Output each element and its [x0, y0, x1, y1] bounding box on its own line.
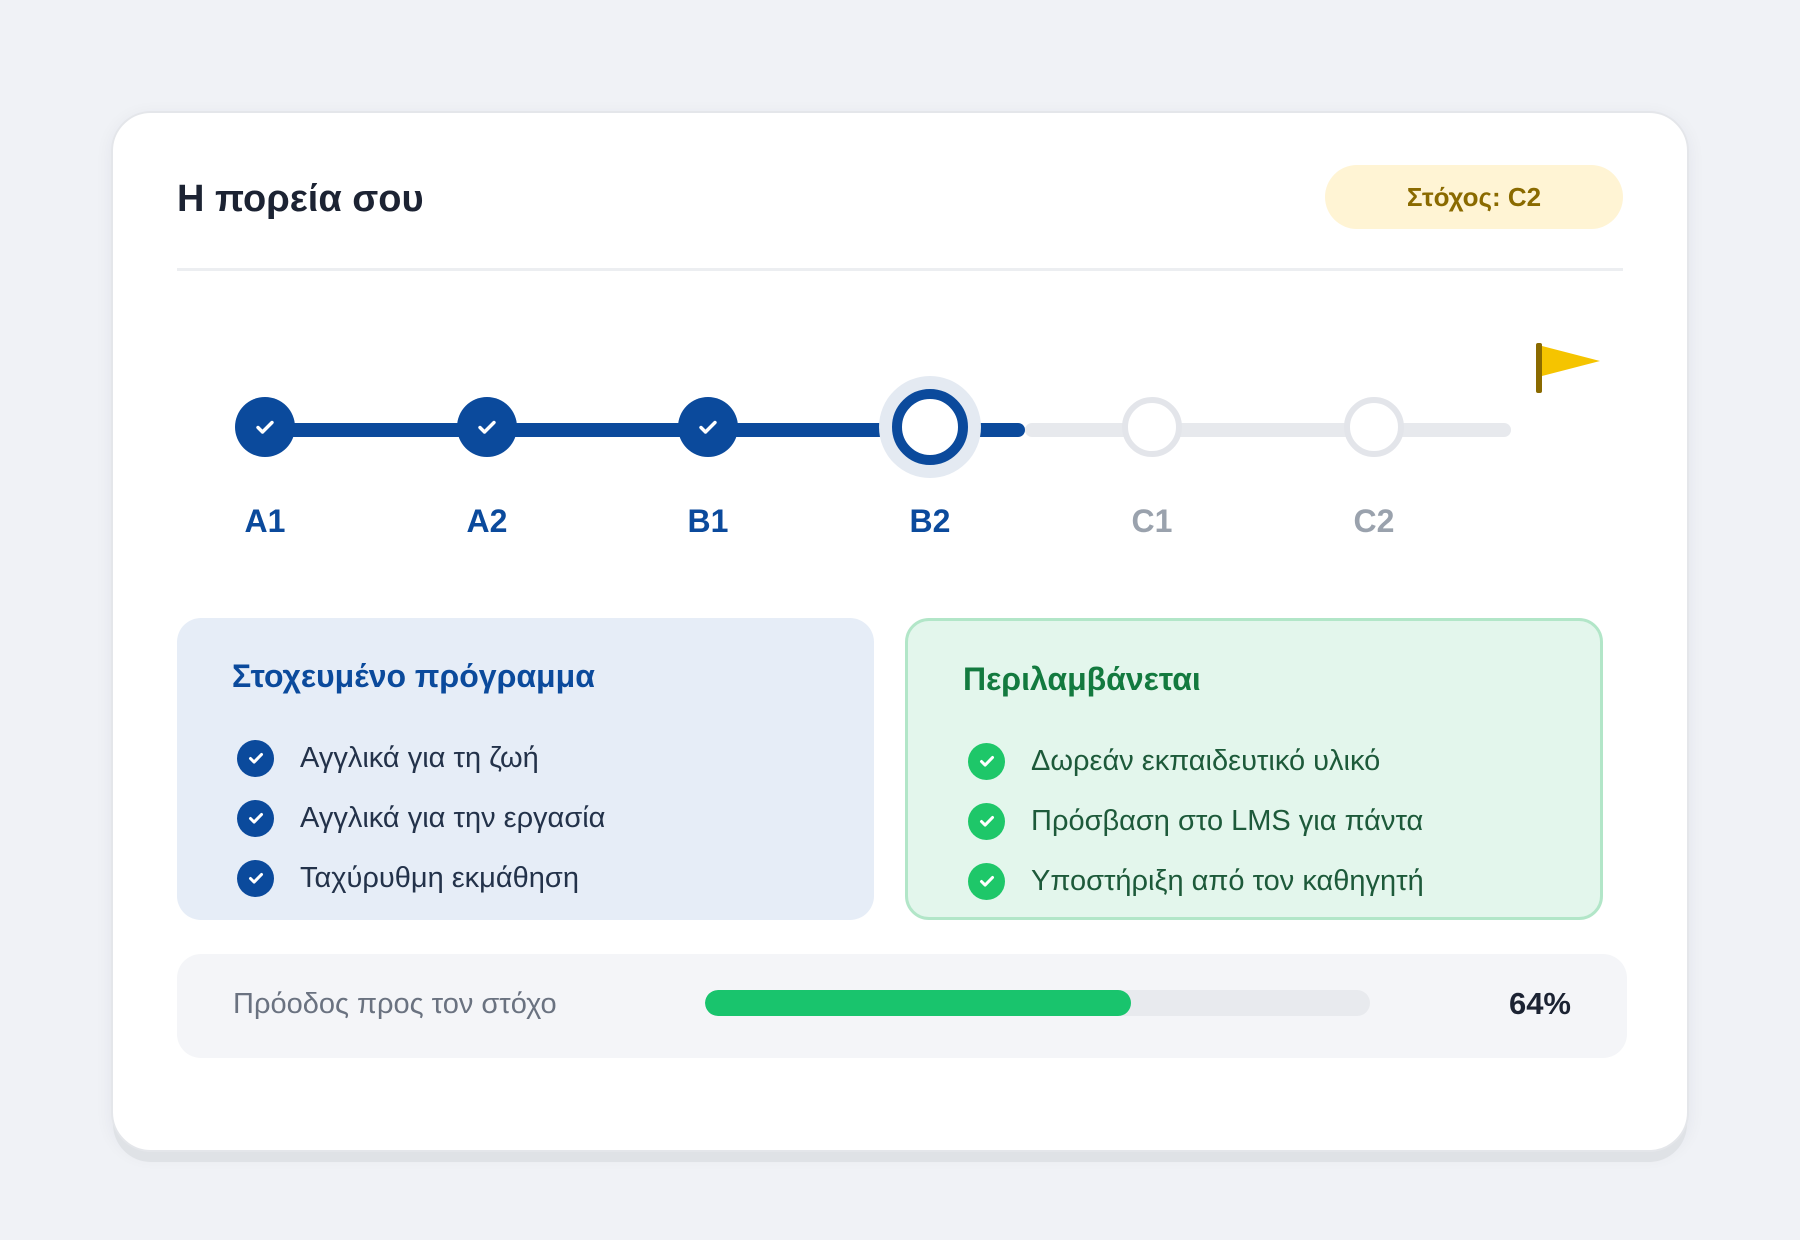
progress-bar — [705, 990, 1370, 1016]
check-circle-icon — [237, 739, 274, 777]
list-item-label: Ταχύρυθμη εκμάθηση — [300, 861, 579, 894]
check-circle-icon — [968, 802, 1005, 840]
list-item-label: Δωρεάν εκπαιδευτικό υλικό — [1031, 744, 1381, 777]
step-a2-node — [457, 397, 517, 457]
level-stepper: A1 A2 B1 B2 C1 C2 — [113, 113, 1687, 573]
list-item: Αγγλικά για τη ζωή — [237, 728, 605, 788]
list-item-label: Αγγλικά για την εργασία — [300, 801, 606, 834]
list-item: Δωρεάν εκπαιδευτικό υλικό — [968, 731, 1424, 791]
check-circle-icon — [237, 859, 274, 897]
check-circle-icon — [968, 742, 1005, 780]
check-icon — [699, 420, 717, 434]
list-item: Πρόσβαση στο LMS για πάντα — [968, 791, 1424, 851]
step-label-b1: B1 — [687, 503, 729, 539]
feature-list: Αγγλικά για τη ζωή Αγγλικά για την εργασ… — [237, 728, 605, 908]
progress-bar-fill — [705, 990, 1131, 1016]
panel-title: Περιλαμβάνεται — [963, 661, 1201, 697]
step-label-c2: C2 — [1353, 503, 1395, 539]
goal-progress: Πρόοδος προς τον στόχο 64% — [177, 954, 1627, 1058]
progress-label: Πρόοδος προς τον στόχο — [233, 988, 557, 1020]
stepper-track-remaining — [1025, 423, 1511, 437]
step-label-b2: B2 — [909, 503, 951, 539]
check-icon — [478, 420, 496, 434]
flag-icon — [1536, 343, 1600, 393]
step-label-c1: C1 — [1131, 503, 1173, 539]
list-item-label: Πρόσβαση στο LMS για πάντα — [1031, 804, 1424, 837]
list-item: Υποστήριξη από τον καθηγητή — [968, 851, 1424, 911]
current-step-ring — [892, 389, 968, 465]
step-b1-node — [678, 397, 738, 457]
progress-percent: 64% — [1508, 986, 1571, 1021]
list-item: Ταχύρυθμη εκμάθηση — [237, 848, 605, 908]
step-c1-node — [1122, 397, 1182, 457]
step-b2-node-current — [879, 376, 981, 478]
targeted-program-panel: Στοχευμένο πρόγραμμα Αγγλικά για τη ζωή … — [177, 618, 874, 920]
list-item: Αγγλικά για την εργασία — [237, 788, 605, 848]
panel-title: Στοχευμένο πρόγραμμα — [232, 658, 595, 694]
check-circle-icon — [237, 799, 274, 837]
list-item-label: Αγγλικά για τη ζωή — [300, 741, 539, 774]
check-icon — [256, 420, 274, 434]
step-c2-node — [1344, 397, 1404, 457]
step-a1-node — [235, 397, 295, 457]
list-item-label: Υποστήριξη από τον καθηγητή — [1031, 864, 1424, 897]
learning-path-card: Η πορεία σου Στόχος: C2 A1 A2 B1 B2 C1 C… — [111, 111, 1689, 1152]
step-label-a1: A1 — [244, 503, 286, 539]
step-label-a2: A2 — [466, 503, 508, 539]
included-panel: Περιλαμβάνεται Δωρεάν εκπαιδευτικό υλικό… — [905, 618, 1603, 920]
feature-list: Δωρεάν εκπαιδευτικό υλικό Πρόσβαση στο L… — [968, 731, 1424, 911]
check-circle-icon — [968, 862, 1005, 900]
